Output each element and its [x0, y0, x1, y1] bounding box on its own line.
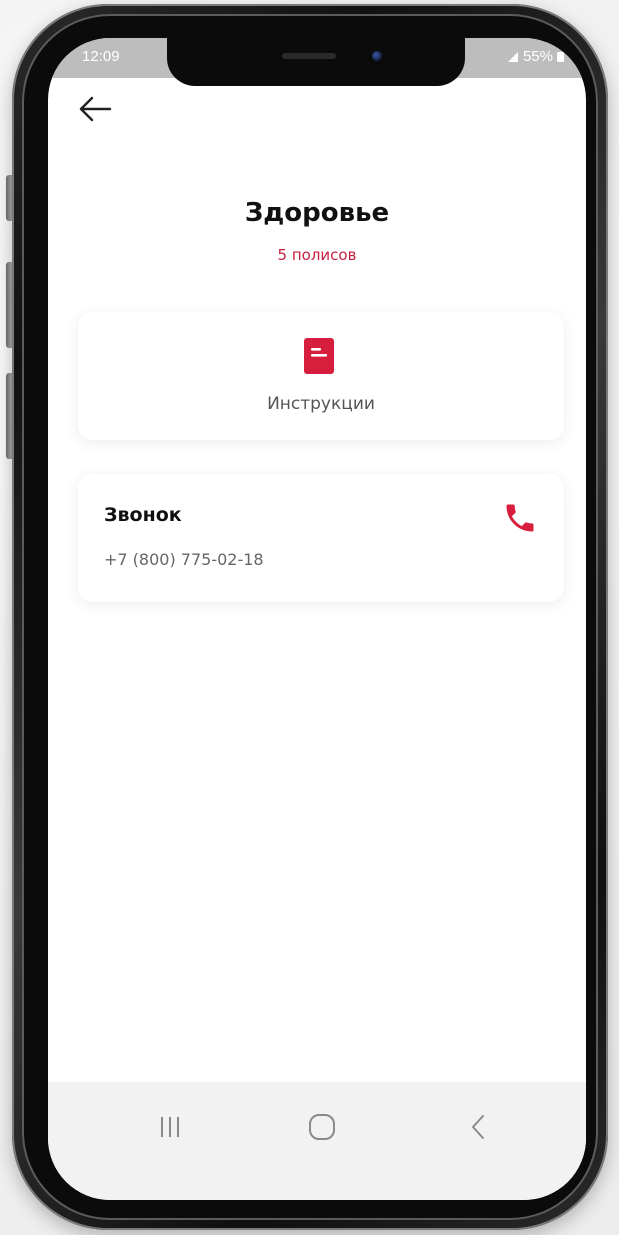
home-button[interactable]	[292, 1102, 352, 1152]
chevron-left-icon	[472, 1115, 484, 1139]
speaker-grille	[282, 53, 336, 59]
document-icon	[304, 338, 334, 374]
call-card[interactable]: Звонок +7 (800) 775-02-18	[78, 474, 564, 602]
signal-icon	[507, 51, 518, 62]
status-indicators: 55%	[507, 48, 564, 65]
recents-icon	[161, 1117, 179, 1137]
policy-count: 5 полисов	[277, 246, 357, 264]
recents-button[interactable]	[140, 1102, 200, 1152]
battery-icon	[557, 51, 564, 62]
home-icon	[309, 1114, 335, 1140]
page-title: Здоровье	[244, 198, 390, 228]
status-time: 12:09	[82, 48, 120, 65]
instructions-label: Инструкции	[267, 394, 375, 414]
arrow-left-icon	[79, 96, 112, 122]
system-nav-bar	[48, 1082, 586, 1200]
back-button[interactable]	[76, 94, 116, 124]
phone-screen: 12:09 55% Здоровье 5 полисов Инструкции …	[48, 38, 586, 1200]
call-title: Звонок	[104, 504, 182, 526]
call-phone-number: +7 (800) 775-02-18	[104, 550, 264, 569]
system-back-button[interactable]	[448, 1102, 508, 1152]
mockup-stage: 12:09 55% Здоровье 5 полисов Инструкции …	[0, 0, 619, 1235]
instructions-card[interactable]: Инструкции	[78, 312, 564, 440]
front-camera	[372, 51, 382, 61]
phone-icon[interactable]	[502, 500, 538, 536]
notch	[167, 38, 465, 86]
battery-percent: 55%	[522, 48, 553, 65]
